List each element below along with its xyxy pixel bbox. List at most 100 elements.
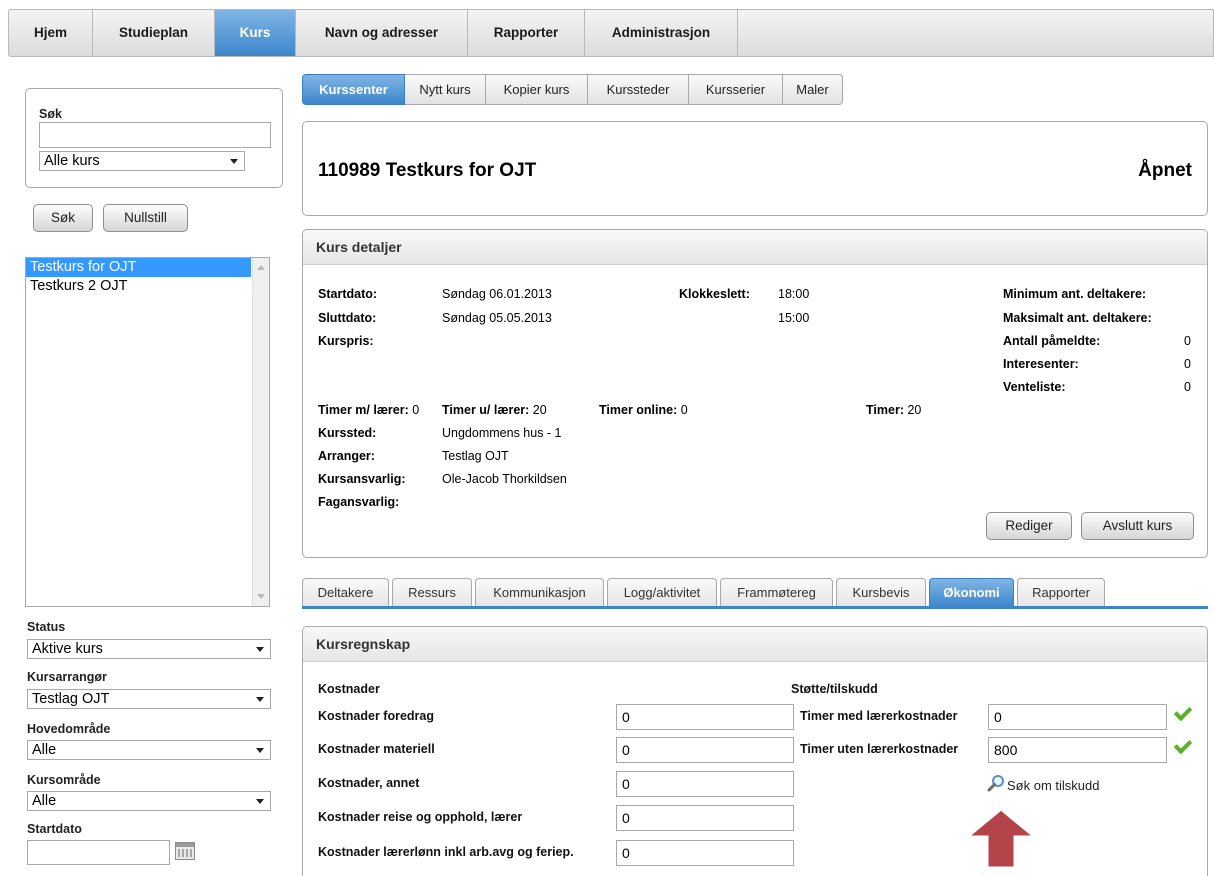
- chevron-down-icon: [256, 697, 264, 702]
- course-area-select[interactable]: Alle: [27, 791, 271, 811]
- support-label-without-teacher: Timer uten lærerkostnader: [800, 742, 959, 756]
- hours-with-teacher-value: 0: [412, 403, 420, 417]
- nav-rapporter[interactable]: Rapporter: [468, 10, 585, 56]
- arranger-select[interactable]: Testlag OJT: [27, 689, 271, 709]
- tab-kurssenter[interactable]: Kurssenter: [302, 74, 405, 105]
- main-area-select[interactable]: Alle: [27, 740, 271, 760]
- tab-kommunikasjon[interactable]: Kommunikasjon: [475, 578, 604, 607]
- hours-online-value: 0: [680, 403, 688, 417]
- tab-kursserier[interactable]: Kursserier: [689, 74, 783, 105]
- hours-total-value: 20: [907, 403, 922, 417]
- edit-button[interactable]: Rediger: [986, 512, 1072, 540]
- startdato-value: Søndag 06.01.2013: [442, 287, 552, 301]
- nav-navn-og-adresser[interactable]: Navn og adresser: [296, 10, 468, 56]
- nav-hjem[interactable]: Hjem: [9, 10, 93, 56]
- tab-ressurs[interactable]: Ressurs: [392, 578, 472, 607]
- close-course-button[interactable]: Avslutt kurs: [1081, 512, 1194, 540]
- cost-label-salary: Kostnader lærerlønn inkl arb.avg og feri…: [318, 845, 574, 859]
- apply-support-link[interactable]: Søk om tilskudd: [1007, 778, 1099, 793]
- interested-value: 0: [1184, 357, 1191, 371]
- scope-select-value: Alle kurs: [44, 153, 100, 169]
- course-title: 110989 Testkurs for OJT: [318, 160, 537, 181]
- finance-heading: Kursregnskap: [303, 627, 1207, 662]
- calendar-icon[interactable]: [175, 842, 195, 860]
- support-input-without-teacher[interactable]: 800: [988, 737, 1167, 763]
- interested-label: Interesenter:: [1003, 357, 1079, 371]
- min-participants-label: Minimum ant. deltakere:: [1003, 287, 1147, 301]
- hours-without-teacher-label: Timer u/ lærer:: [442, 403, 530, 417]
- startdate-label: Startdato: [27, 822, 82, 836]
- hours-without-teacher-value: 20: [532, 403, 547, 417]
- nav-studieplan[interactable]: Studieplan: [93, 10, 215, 56]
- cost-input-material[interactable]: 0: [616, 737, 794, 763]
- magnifier-icon[interactable]: [987, 774, 1005, 792]
- course-details-panel: Kurs detaljer Startdato: Søndag 06.01.20…: [302, 229, 1208, 558]
- arranger-detail-label: Arranger:: [318, 449, 375, 463]
- registered-value: 0: [1184, 334, 1191, 348]
- course-area-label: Kursområde: [27, 773, 101, 787]
- arranger-label: Kursarrangør: [27, 670, 107, 684]
- sluttdato-value: Søndag 05.05.2013: [442, 311, 552, 325]
- main-nav: Hjem Studieplan Kurs Navn og adresser Ra…: [8, 9, 1214, 57]
- cost-input-salary[interactable]: 0: [616, 840, 794, 866]
- tab-okonomi[interactable]: Økonomi: [929, 578, 1014, 607]
- kurssted-label: Kurssted:: [318, 426, 377, 440]
- list-scrollbar[interactable]: [252, 258, 269, 606]
- details-heading: Kurs detaljer: [303, 230, 1207, 265]
- scope-select[interactable]: Alle kurs: [39, 151, 245, 171]
- kursansvarlig-label: Kursansvarlig:: [318, 472, 406, 486]
- cost-label-lecture: Kostnader foredrag: [318, 709, 434, 723]
- annotation-arrow: [962, 807, 1040, 870]
- tab-maler[interactable]: Maler: [783, 74, 843, 105]
- cost-input-lecture[interactable]: 0: [616, 704, 794, 730]
- list-item[interactable]: Testkurs for OJT: [26, 258, 251, 277]
- support-label-with-teacher: Timer med lærerkostnader: [800, 709, 958, 723]
- nav-kurs[interactable]: Kurs: [215, 10, 296, 56]
- list-item[interactable]: Testkurs 2 OJT: [26, 277, 251, 296]
- finance-panel: Kursregnskap Kostnader Kostnader foredra…: [302, 626, 1208, 876]
- tab-frammotereg[interactable]: Frammøtereg: [720, 578, 833, 607]
- reset-button[interactable]: Nullstill: [103, 204, 188, 232]
- kurspris-label: Kurspris:: [318, 334, 374, 348]
- course-area-select-value: Alle: [32, 793, 57, 809]
- status-select[interactable]: Aktive kurs: [27, 639, 271, 659]
- scroll-up-icon[interactable]: [257, 265, 265, 270]
- search-label: Søk: [39, 107, 62, 121]
- arranger-detail-value: Testlag OJT: [442, 449, 509, 463]
- startdate-input[interactable]: [27, 840, 170, 865]
- scroll-down-icon[interactable]: [257, 594, 265, 599]
- tab-kursbevis[interactable]: Kursbevis: [836, 578, 926, 607]
- kurssted-value: Ungdommens hus - 1: [442, 426, 562, 440]
- support-heading: Støtte/tilskudd: [791, 682, 878, 696]
- registered-label: Antall påmeldte:: [1003, 334, 1101, 348]
- waitlist-label: Venteliste:: [1003, 380, 1066, 394]
- klokkeslett-end: 15:00: [778, 311, 810, 325]
- nav-administrasjon[interactable]: Administrasjon: [585, 10, 738, 56]
- cost-label-travel: Kostnader reise og opphold, lærer: [318, 810, 523, 824]
- tab-nytt-kurs[interactable]: Nytt kurs: [405, 74, 486, 105]
- support-input-with-teacher[interactable]: 0: [988, 704, 1167, 730]
- chevron-down-icon: [256, 799, 264, 804]
- hours-online-label: Timer online:: [599, 403, 678, 417]
- arranger-select-value: Testlag OJT: [32, 691, 110, 707]
- chevron-down-icon: [230, 159, 238, 164]
- search-input[interactable]: [39, 122, 271, 148]
- search-button[interactable]: Søk: [33, 204, 93, 232]
- chevron-down-icon: [256, 647, 264, 652]
- tab-rapporter[interactable]: Rapporter: [1017, 578, 1105, 607]
- tab-deltakere[interactable]: Deltakere: [302, 578, 389, 607]
- search-panel: Søk Alle kurs: [25, 88, 283, 188]
- cost-input-other[interactable]: 0: [616, 771, 794, 797]
- status-label: Status: [27, 620, 66, 634]
- course-list[interactable]: Testkurs for OJT Testkurs 2 OJT: [25, 257, 270, 607]
- cost-input-travel[interactable]: 0: [616, 805, 794, 831]
- tab-kurssteder[interactable]: Kurssteder: [588, 74, 689, 105]
- tab-logg-aktivitet[interactable]: Logg/aktivitet: [607, 578, 717, 607]
- tab-kopier-kurs[interactable]: Kopier kurs: [486, 74, 588, 105]
- hours-with-teacher-label: Timer m/ lærer:: [318, 403, 409, 417]
- hours-total-label: Timer:: [866, 403, 904, 417]
- startdato-label: Startdato:: [318, 287, 378, 301]
- costs-heading: Kostnader: [318, 682, 380, 696]
- tab-underline: [302, 606, 1208, 609]
- course-header: 110989 Testkurs for OJT Åpnet: [302, 121, 1208, 216]
